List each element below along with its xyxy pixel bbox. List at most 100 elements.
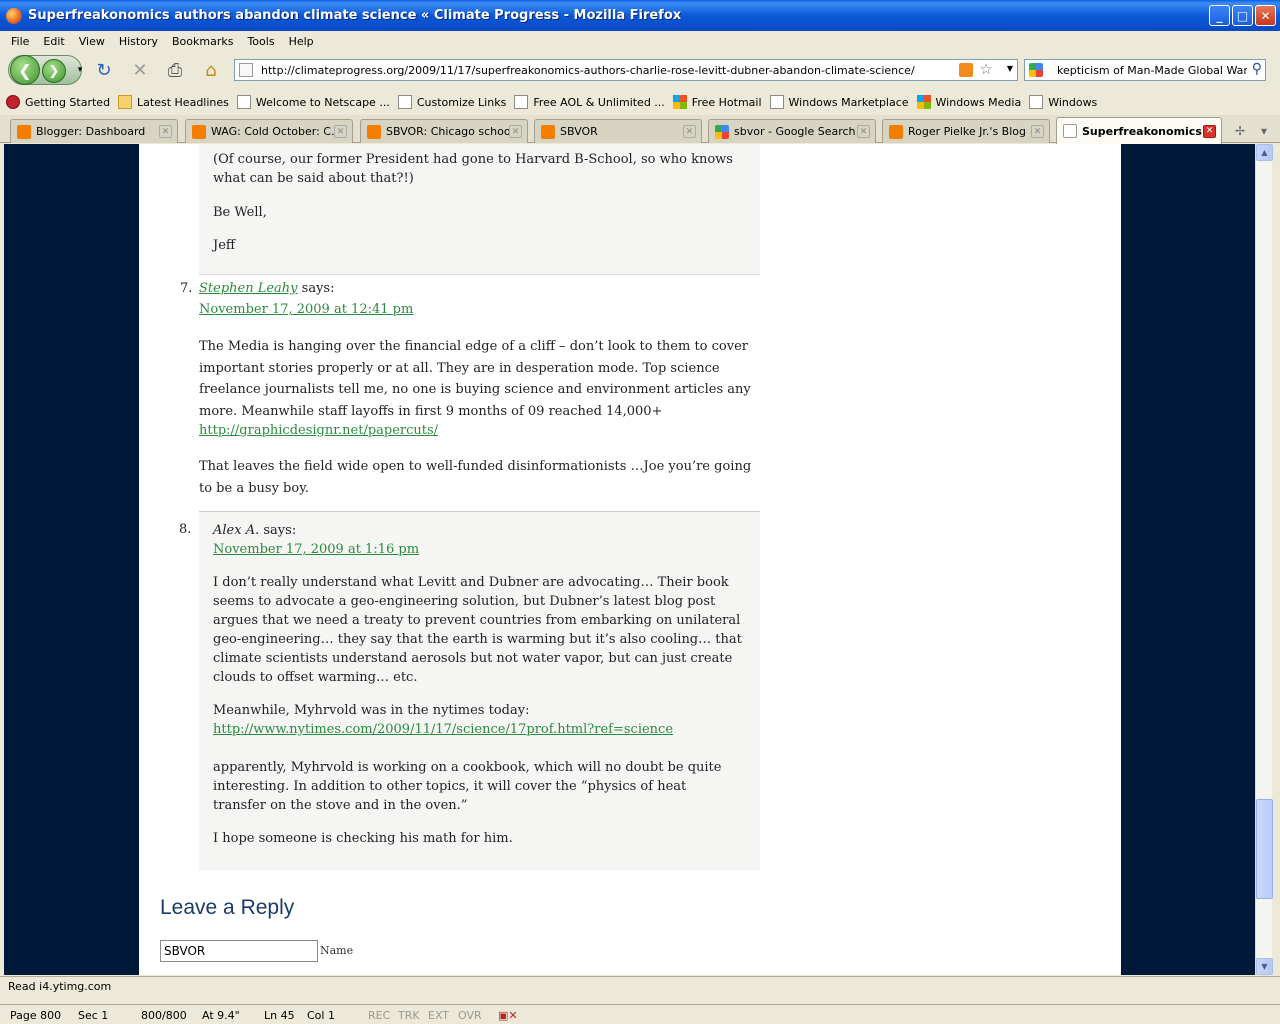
status-ovr[interactable]: OVR: [458, 1009, 482, 1022]
reload-icon[interactable]: ↻: [92, 59, 116, 81]
url-text[interactable]: http://climateprogress.org/2009/11/17/su…: [235, 64, 1017, 77]
bookmark-latest-headlines[interactable]: Latest Headlines: [118, 95, 229, 109]
comment-7-body: The Media is hanging over the financial …: [199, 339, 751, 419]
status-column: Col 1: [307, 1009, 335, 1022]
bookmark-icon: [6, 95, 20, 109]
maximize-button[interactable]: □: [1232, 5, 1253, 26]
menu-bookmarks[interactable]: Bookmarks: [165, 35, 240, 48]
comment-8-link-line: http://www.nytimes.com/2009/11/17/scienc…: [213, 720, 748, 739]
new-tab-icon[interactable]: ✢: [1228, 119, 1252, 143]
tab-superfreakonomics[interactable]: Superfreakonomics... ✕: [1056, 117, 1222, 144]
tab-sbvor-chicago[interactable]: SBVOR: Chicago school...✕: [360, 119, 528, 143]
minimize-button[interactable]: _: [1209, 5, 1230, 26]
comment-author: Alex A.: [213, 523, 260, 538]
bookmark-windows[interactable]: Windows: [1029, 95, 1097, 109]
bookmark-customize-links[interactable]: Customize Links: [397, 95, 506, 109]
page-icon: [236, 95, 251, 109]
bookmark-welcome-netscape[interactable]: Welcome to Netscape ...: [236, 95, 390, 109]
scroll-up-icon[interactable]: ▲: [1256, 144, 1273, 161]
comment-author-link[interactable]: Stephen Leahy: [199, 281, 298, 296]
comment-8-date: November 17, 2009 at 1:16 pm: [213, 540, 748, 559]
tab-sbvor[interactable]: SBVOR ✕: [534, 119, 702, 143]
comment-8-body-4: I hope someone is checking his math for …: [213, 831, 513, 846]
tab-roger-pielke[interactable]: Roger Pielke Jr.'s Blog ✕: [882, 119, 1050, 143]
menu-file[interactable]: File: [4, 35, 36, 48]
page-viewport: (Of course, our former President had gon…: [4, 144, 1255, 975]
tab-close-icon[interactable]: ✕: [683, 125, 696, 138]
comment-says: says:: [263, 523, 297, 538]
tab-close-icon[interactable]: ✕: [857, 125, 870, 138]
search-icon[interactable]: ⚲: [1252, 61, 1262, 77]
tab-strip: Blogger: Dashboard ✕ WAG: Cold October: C…: [0, 115, 1280, 144]
status-line: Ln 45: [264, 1009, 295, 1022]
bookmark-free-aol[interactable]: Free AOL & Unlimited ...: [514, 95, 665, 109]
comment-6-text: (Of course, our former President had gon…: [213, 152, 733, 186]
google-icon: [715, 124, 729, 139]
tab-close-icon[interactable]: ✕: [1203, 124, 1216, 138]
bookmarks-bar: Getting Started Latest Headlines Welcome…: [0, 91, 1280, 113]
status-pages: 800/800: [141, 1009, 187, 1022]
history-dropdown-icon[interactable]: ▾: [68, 59, 92, 81]
papercuts-link[interactable]: http://graphicdesignr.net/papercuts/: [199, 423, 438, 438]
status-rec[interactable]: REC: [368, 1009, 390, 1022]
tab-blogger-dashboard[interactable]: Blogger: Dashboard ✕: [10, 119, 178, 143]
name-field[interactable]: SBVOR: [160, 940, 318, 962]
firefox-icon: [6, 7, 22, 24]
comment-6-signature: Jeff: [213, 238, 236, 253]
windows-icon: [672, 95, 687, 109]
comment-8-body: I don’t really understand what Levitt an…: [213, 575, 742, 685]
back-button[interactable]: ❮: [10, 55, 40, 85]
status-trk[interactable]: TRK: [398, 1009, 420, 1022]
menu-tools[interactable]: Tools: [240, 35, 281, 48]
comment-8-box: [199, 512, 760, 870]
url-dropdown-icon[interactable]: ▼: [1007, 64, 1013, 73]
search-bar[interactable]: kepticism of Man-Made Global Warming ⚲: [1024, 59, 1266, 81]
page-icon: [769, 95, 784, 109]
bookmark-star-icon[interactable]: ☆: [980, 60, 993, 78]
status-bar: Read i4.ytimg.com: [0, 976, 1280, 996]
tab-close-icon[interactable]: ✕: [509, 125, 522, 138]
menu-help[interactable]: Help: [282, 35, 321, 48]
spelling-check-icon[interactable]: ▣✕: [498, 1009, 518, 1022]
bookmark-getting-started[interactable]: Getting Started: [6, 95, 110, 109]
print-icon[interactable]: ⎙: [163, 59, 187, 81]
vertical-scrollbar[interactable]: ▲ ▼: [1255, 144, 1273, 975]
page-icon: [514, 95, 529, 109]
bookmark-windows-media[interactable]: Windows Media: [916, 95, 1021, 109]
page-icon: [239, 63, 253, 77]
scroll-thumb[interactable]: [1256, 799, 1273, 899]
page-icon: [397, 95, 412, 109]
menu-history[interactable]: History: [112, 35, 165, 48]
comment-number: 8.: [179, 522, 192, 537]
comment-date-link[interactable]: November 17, 2009 at 12:41 pm: [199, 302, 413, 317]
stop-icon[interactable]: ✕: [128, 59, 152, 81]
menu-edit[interactable]: Edit: [36, 35, 71, 48]
tab-list-icon[interactable]: ▾: [1252, 119, 1276, 143]
menu-view[interactable]: View: [72, 35, 112, 48]
status-ext[interactable]: EXT: [428, 1009, 449, 1022]
blogger-icon: [889, 124, 903, 139]
forward-button[interactable]: ❯: [42, 59, 66, 83]
comment-date-link[interactable]: November 17, 2009 at 1:16 pm: [213, 542, 419, 557]
status-text: Read i4.ytimg.com: [8, 980, 112, 993]
rss-icon[interactable]: [959, 63, 973, 77]
title-bar[interactable]: Superfreakonomics authors abandon climat…: [0, 0, 1280, 31]
tab-google-search[interactable]: sbvor - Google Search ✕: [708, 119, 876, 143]
tab-close-icon[interactable]: ✕: [1031, 125, 1044, 138]
comment-8-body-2: Meanwhile, Myhrvold was in the nytimes t…: [213, 703, 530, 718]
address-bar[interactable]: http://climateprogress.org/2009/11/17/su…: [234, 59, 1018, 81]
tab-close-icon[interactable]: ✕: [159, 125, 172, 138]
bookmark-free-hotmail[interactable]: Free Hotmail: [672, 95, 762, 109]
tab-close-icon[interactable]: ✕: [334, 125, 347, 138]
close-button[interactable]: ✕: [1255, 5, 1276, 26]
nytimes-link[interactable]: http://www.nytimes.com/2009/11/17/scienc…: [213, 722, 673, 737]
scroll-down-icon[interactable]: ▼: [1256, 958, 1273, 975]
comment-7-body-2: That leaves the field wide open to well-…: [199, 459, 752, 496]
menu-bar: File Edit View History Bookmarks Tools H…: [0, 31, 1280, 51]
blogger-icon: [192, 124, 206, 139]
home-icon[interactable]: ⌂: [199, 59, 223, 81]
bookmark-windows-marketplace[interactable]: Windows Marketplace: [769, 95, 909, 109]
tab-wag[interactable]: WAG: Cold October: C... ✕: [185, 119, 353, 143]
search-input[interactable]: kepticism of Man-Made Global Warming: [1057, 64, 1247, 77]
google-icon[interactable]: [1029, 63, 1043, 77]
